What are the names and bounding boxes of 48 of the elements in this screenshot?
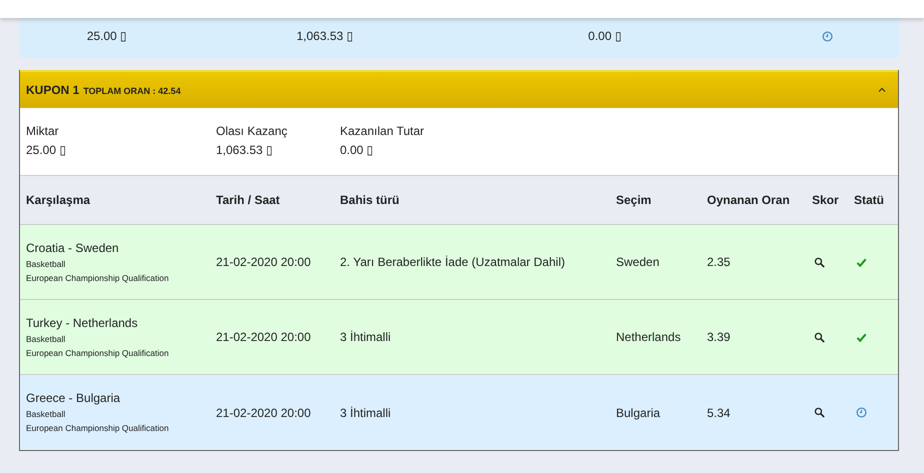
table-cell-text: Netherlands <box>616 330 682 344</box>
table-cell-text: 2.35 <box>707 255 732 269</box>
table-cell-text: 5.34 <box>707 406 732 420</box>
table-cell-text: 21-02-2020 20:00 <box>216 330 312 344</box>
sport-name: Basketball <box>26 258 66 270</box>
coupon-title: KUPON 1 <box>26 83 80 97</box>
coupon-header[interactable]: KUPON 1 TOPLAM ORAN : 42.54 <box>20 70 898 108</box>
league-name: European Championship Qualification <box>26 422 170 435</box>
field-value: 0.00 ▯ <box>340 143 375 158</box>
clock-icon <box>822 30 832 42</box>
match-name: Greece - Bulgaria <box>26 390 122 407</box>
table-cell-text: Bulgaria <box>616 406 662 420</box>
match-name: Turkey - Netherlands <box>26 314 139 332</box>
field-label: Kazanılan Tutar <box>340 124 426 139</box>
column-header: Seçim <box>616 193 652 207</box>
match-name: Croatia - Sweden <box>26 240 120 256</box>
field-value: 25.00 ▯ <box>86 28 128 44</box>
column-header: Tarih / Saat <box>216 193 281 207</box>
column-header: Karşılaşma <box>26 193 92 207</box>
league-name: European Championship Qualification <box>26 346 170 360</box>
search-icon[interactable] <box>814 332 825 342</box>
league-name: European Championship Qualification <box>26 272 170 284</box>
check-icon <box>856 332 867 342</box>
field-label: Miktar <box>26 124 60 139</box>
clock-icon <box>856 407 867 418</box>
search-icon[interactable] <box>814 407 825 418</box>
check-icon <box>856 256 867 268</box>
field-value: 0.00 ▯ <box>588 28 622 44</box>
table-cell-text: 2. Yarı Beraberlikte İade (Uzatmalar Dahil) <box>340 255 566 269</box>
sport-name: Basketball <box>26 408 66 421</box>
sport-name: Basketball <box>26 332 66 346</box>
table-cell-text: 3.39 <box>707 330 732 344</box>
field-value: 1,063.53 ▯ <box>216 143 274 158</box>
column-header: Oynanan Oran <box>707 193 791 207</box>
table-cell-text: Sweden <box>616 255 660 269</box>
caret-icon <box>878 87 886 93</box>
table-cell-text: 21-02-2020 20:00 <box>216 406 312 420</box>
column-header: Statü <box>854 193 885 207</box>
table-cell-text: 3 İhtimalli <box>340 330 392 344</box>
table-cell-text: 21-02-2020 20:00 <box>216 255 312 269</box>
column-header: Skor <box>812 193 840 207</box>
field-label: Olası Kazanç <box>216 124 288 139</box>
table-cell-text: 3 İhtimalli <box>340 406 392 420</box>
search-icon[interactable] <box>814 256 825 268</box>
field-value: 1,063.53 ▯ <box>296 28 354 44</box>
column-header: Bahis türü <box>340 193 400 207</box>
total-odds: TOPLAM ORAN : 42.54 <box>83 86 181 96</box>
field-value: 25.00 ▯ <box>26 143 68 158</box>
